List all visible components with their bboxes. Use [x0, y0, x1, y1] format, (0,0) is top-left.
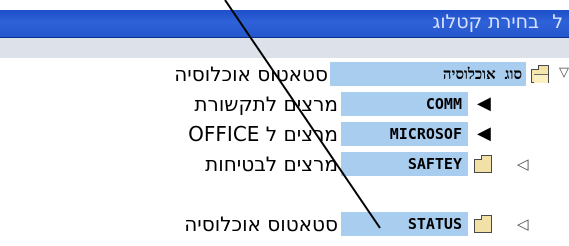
tree-row-saftey[interactable]: ◁ SAFTEY מרצים לבטיחות [0, 150, 569, 180]
tree-row-status-visible[interactable]: ◁ STATUS סטאטוס אוכלוסיה [0, 210, 569, 240]
item-description[interactable]: מרצים לבטיחות [205, 152, 338, 176]
item-description[interactable]: מרצים לתקשורת [194, 92, 338, 116]
black-triangle-arrow-icon[interactable]: ◀ [477, 93, 491, 114]
item-key[interactable]: COMM [341, 92, 468, 116]
toolbar-band [0, 38, 569, 58]
root-key[interactable]: סוג אוכלוסיה [330, 62, 526, 86]
tree-row-comm[interactable]: ◀ COMM מרצים לתקשורת [0, 90, 569, 120]
item-description[interactable]: סטאטוס אוכלוסיה [184, 212, 338, 236]
expand-triangle-icon[interactable]: ▽ [559, 65, 569, 80]
hollow-triangle-arrow-icon[interactable]: ◁ [517, 215, 529, 233]
folder-icon [474, 155, 492, 173]
tree-root-row[interactable]: ▽ סוג אוכלוסיה סטאטוס אוכלוסיה [0, 60, 569, 90]
tree-row-microsof[interactable]: ◀ MICROSOF מרצים ל OFFICE [0, 120, 569, 150]
item-key[interactable]: MICROSOF [341, 122, 468, 146]
item-key[interactable]: SAFTEY [341, 152, 468, 176]
item-key[interactable]: STATUS [341, 212, 468, 236]
hollow-triangle-arrow-icon[interactable]: ◁ [517, 155, 529, 173]
root-description[interactable]: סטאטוס אוכלוסיה [174, 62, 328, 86]
folder-icon [474, 215, 492, 233]
window-title: בחירת קטלוג [432, 11, 539, 33]
open-folder-icon [531, 65, 549, 83]
black-triangle-arrow-icon[interactable]: ◀ [477, 123, 491, 144]
title-bar: בחירת קטלוג ל [0, 10, 569, 38]
title-glyph: ל [552, 11, 563, 33]
item-description[interactable]: מרצים ל OFFICE [188, 122, 338, 146]
